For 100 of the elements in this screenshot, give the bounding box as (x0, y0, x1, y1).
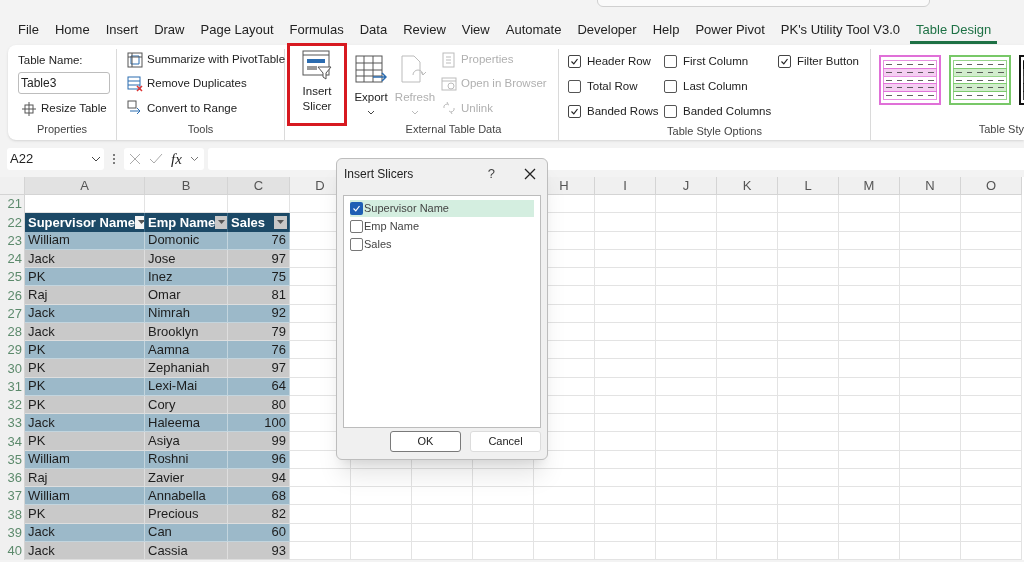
grid-cell[interactable] (595, 359, 656, 378)
grid-cell[interactable] (351, 523, 412, 542)
table-style-swatch[interactable] (949, 55, 1011, 105)
grid-cell[interactable] (412, 541, 473, 560)
grid-cell[interactable] (961, 231, 1022, 250)
ribbon-tab[interactable]: Power Pivot (689, 20, 771, 44)
row-header[interactable]: 21 (0, 195, 25, 214)
grid-cell[interactable] (900, 505, 961, 524)
grid-cell[interactable] (778, 322, 839, 341)
grid-cell[interactable] (473, 468, 534, 487)
column-header[interactable]: B (145, 177, 228, 195)
row-header[interactable]: 33 (0, 414, 25, 433)
tool-button[interactable]: Convert to Range (127, 99, 284, 117)
grid-cell[interactable] (656, 231, 717, 250)
column-header[interactable]: A (25, 177, 145, 195)
grid-cell[interactable] (961, 268, 1022, 287)
grid-cell[interactable] (961, 468, 1022, 487)
grid-cell[interactable] (900, 541, 961, 560)
grid-cell[interactable] (900, 414, 961, 433)
grid-cell[interactable] (717, 231, 778, 250)
tool-button[interactable]: Summarize with PivotTable (127, 51, 284, 69)
checkbox[interactable] (778, 55, 791, 68)
row-header[interactable]: 25 (0, 268, 25, 287)
grid-cell[interactable] (778, 286, 839, 305)
grid-cell[interactable] (900, 359, 961, 378)
ribbon-tab[interactable]: Draw (148, 20, 191, 44)
grid-cell[interactable] (961, 432, 1022, 451)
grid-cell[interactable] (717, 377, 778, 396)
grid-cell[interactable] (656, 286, 717, 305)
column-header[interactable]: M (839, 177, 900, 195)
row-header[interactable]: 34 (0, 432, 25, 451)
grid-cell[interactable] (534, 541, 595, 560)
grid-cell[interactable] (717, 432, 778, 451)
grid-cell[interactable] (778, 213, 839, 232)
help-button[interactable]: ? (487, 164, 495, 184)
column-header[interactable]: N (900, 177, 961, 195)
grid-cell[interactable] (595, 432, 656, 451)
grid-cell[interactable] (717, 505, 778, 524)
grid-cell[interactable] (656, 195, 717, 214)
grid-cell[interactable] (961, 487, 1022, 506)
grid-cell[interactable] (534, 505, 595, 524)
grid-cell[interactable] (778, 268, 839, 287)
row-header[interactable]: 38 (0, 505, 25, 524)
checkbox[interactable] (568, 105, 581, 118)
grid-cell[interactable] (839, 395, 900, 414)
grid-cell[interactable] (656, 468, 717, 487)
grid-cell[interactable] (717, 286, 778, 305)
list-item[interactable]: Supervisor Name (350, 200, 534, 217)
grid-cell[interactable] (595, 341, 656, 360)
grid-cell[interactable] (961, 505, 1022, 524)
ribbon-button[interactable]: Export (351, 51, 391, 118)
grid-cell[interactable] (290, 505, 351, 524)
grid-cell[interactable] (717, 213, 778, 232)
column-header[interactable]: K (717, 177, 778, 195)
grid-cell[interactable] (900, 286, 961, 305)
ribbon-tab[interactable]: File (12, 20, 45, 44)
grid-cell[interactable] (656, 213, 717, 232)
grid-cell[interactable] (656, 541, 717, 560)
column-header[interactable]: O (961, 177, 1022, 195)
filter-button[interactable] (215, 215, 227, 229)
grid-cell[interactable] (839, 450, 900, 469)
grid-cell[interactable] (778, 377, 839, 396)
grid-cell[interactable] (778, 195, 839, 214)
grid-cell[interactable] (412, 523, 473, 542)
ribbon-tab[interactable]: Formulas (283, 20, 350, 44)
close-button[interactable] (523, 167, 537, 181)
grid-cell[interactable] (900, 377, 961, 396)
grid-cell[interactable] (778, 304, 839, 323)
grid-cell[interactable] (778, 414, 839, 433)
grid-cell[interactable] (961, 195, 1022, 214)
grid-cell[interactable] (900, 432, 961, 451)
grid-cell[interactable] (900, 249, 961, 268)
grid-cell[interactable] (961, 322, 1022, 341)
grid-cell[interactable] (900, 487, 961, 506)
grid-cell[interactable] (778, 468, 839, 487)
row-header[interactable]: 29 (0, 341, 25, 360)
grid-cell[interactable] (717, 268, 778, 287)
grid-cell[interactable] (717, 322, 778, 341)
grid-cell[interactable] (839, 195, 900, 214)
grid-cell[interactable] (656, 523, 717, 542)
grid-cell[interactable] (595, 468, 656, 487)
grid-cell[interactable] (595, 523, 656, 542)
grid-cell[interactable] (351, 468, 412, 487)
field-list[interactable]: Supervisor Name Emp Name Sales (343, 195, 541, 428)
grid-cell[interactable] (534, 487, 595, 506)
grid-cell[interactable] (290, 523, 351, 542)
column-header[interactable]: L (778, 177, 839, 195)
grid-cell[interactable] (839, 213, 900, 232)
grid-cell[interactable] (839, 541, 900, 560)
grid-cell[interactable] (961, 541, 1022, 560)
grid-cell[interactable] (839, 322, 900, 341)
grid-cell[interactable] (961, 249, 1022, 268)
grid-cell[interactable] (595, 450, 656, 469)
grid-cell[interactable] (961, 286, 1022, 305)
grid-cell[interactable] (717, 414, 778, 433)
grid-cell[interactable] (717, 523, 778, 542)
grid-cell[interactable] (961, 395, 1022, 414)
grid-cell[interactable] (534, 468, 595, 487)
ribbon-tab[interactable]: Data (353, 20, 394, 44)
grid-cell[interactable] (900, 304, 961, 323)
